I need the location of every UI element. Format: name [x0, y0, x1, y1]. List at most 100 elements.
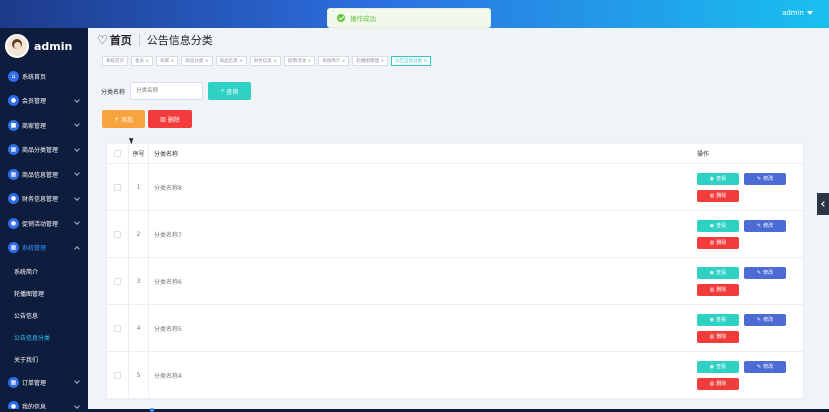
tab-item[interactable]: 系统首页: [102, 56, 128, 66]
search-label: 分类名称: [101, 88, 126, 96]
action-bar: + 添加 ▥ 删除: [102, 110, 192, 128]
edit-button-label: 修改: [763, 223, 774, 229]
delete-button[interactable]: ▥ 删除: [697, 330, 739, 343]
row-index: 2: [128, 211, 149, 257]
delete-button[interactable]: ▥ 删除: [697, 236, 739, 249]
sidebar-item[interactable]: ● 会员管理: [0, 89, 88, 114]
chevron-down-icon: [74, 170, 80, 176]
row-check-cell: [107, 277, 128, 285]
sidebar-item-label: 商品分类管理: [22, 147, 59, 155]
tab-item[interactable]: 系统简介 ×: [318, 56, 350, 66]
edit-button[interactable]: ✎ 修改: [744, 360, 786, 373]
chevron-up-icon: [74, 245, 80, 252]
tab-item[interactable]: 会员 ×: [131, 56, 154, 66]
tab-item[interactable]: 商家 ×: [156, 56, 179, 66]
header-name: 分类名称: [154, 151, 179, 158]
row-ops-group: ◉ 查看 ✎ 修改 ▥ 删除: [697, 219, 803, 249]
user-menu[interactable]: admin: [782, 9, 813, 17]
promotion-icon: ●: [8, 217, 19, 229]
batch-delete-button[interactable]: ▥ 删除: [148, 110, 192, 128]
sidebar-subitem[interactable]: 系统简介: [0, 260, 88, 282]
sidebar-subitem[interactable]: 公告信息: [0, 304, 88, 326]
page-title: 公告信息分类: [146, 34, 213, 47]
brand-name: admin: [34, 39, 73, 53]
row-check-cell: [107, 230, 128, 238]
tab-item[interactable]: 商品信息 ×: [215, 56, 247, 66]
main-content: ♡ 首页 公告信息分类 系统首页 会员 × 商家 × 商品分类 × 商品信息 × 财务信息…: [88, 28, 817, 412]
chevron-down-icon: [74, 219, 80, 225]
sidebar-subitem[interactable]: 公告信息分类: [0, 326, 88, 348]
tab-item[interactable]: 轮播图管理 ×: [352, 56, 389, 66]
view-button-label: 查看: [716, 317, 727, 323]
category-name-input[interactable]: [130, 82, 204, 100]
row-ops: ◉ 查看 ✎ 修改 ▥ 删除: [676, 360, 803, 390]
row-checkbox[interactable]: [114, 324, 121, 332]
finance-icon: ●: [8, 193, 19, 205]
sidebar-item-label: 会员管理: [22, 98, 47, 106]
view-button[interactable]: ◉ 查看: [697, 219, 739, 232]
table-header: 序号 分类名称 操作: [107, 144, 803, 164]
sidebar-menu: ⌂ 系统首页 ● 会员管理 ■ 商家管理 ▦ 商品分类管理 ▦ 商品信息管理 ● 财务信息管理 ● 促销活…: [0, 64, 88, 412]
sidebar-item[interactable]: ▦ 系统管理: [0, 236, 88, 261]
heart-icon: ♡: [97, 33, 108, 47]
sidebar-item[interactable]: ■ 商家管理: [0, 113, 88, 138]
row-ops-group: ◉ 查看 ✎ 修改 ▥ 删除: [697, 266, 803, 296]
row-check-cell: [107, 371, 128, 379]
view-button[interactable]: ◉ 查看: [697, 313, 739, 326]
delete-button-label: 删除: [716, 334, 727, 340]
header-index: 序号: [128, 144, 149, 163]
delete-button[interactable]: ▥ 删除: [697, 377, 739, 390]
row-checkbox[interactable]: [114, 183, 121, 191]
row-checkbox[interactable]: [114, 371, 121, 379]
edit-button[interactable]: ✎ 修改: [744, 219, 786, 232]
row-ops-group: ◉ 查看 ✎ 修改 ▥ 删除: [697, 360, 803, 390]
row-checkbox[interactable]: [114, 230, 121, 238]
sidebar-item-label: 订单管理: [22, 379, 47, 387]
home-icon: ⌂: [8, 70, 19, 82]
trash-icon: ▥: [709, 286, 715, 293]
tab-item[interactable]: 公告信息分类 ×: [391, 56, 432, 66]
row-ops-group: ◉ 查看 ✎ 修改 ▥ 删除: [697, 313, 803, 343]
sidebar-item[interactable]: ▦ 订单管理: [0, 370, 88, 395]
row-check-cell: [107, 183, 128, 191]
tab-item[interactable]: 财务信息 ×: [249, 56, 282, 66]
view-button[interactable]: ◉ 查看: [697, 266, 739, 279]
order-icon: ▦: [8, 376, 19, 388]
row-ops: ◉ 查看 ✎ 修改 ▥ 删除: [676, 313, 803, 343]
delete-button[interactable]: ▥ 删除: [697, 283, 739, 296]
add-button[interactable]: + 添加: [102, 110, 145, 128]
sidebar-item-label: 商品信息管理: [22, 171, 59, 179]
collapse-handle[interactable]: [817, 193, 829, 215]
row-check-cell: [107, 324, 128, 332]
view-button[interactable]: ◉ 查看: [697, 360, 739, 373]
edit-button-label: 修改: [763, 176, 774, 182]
edit-button[interactable]: ✎ 修改: [744, 266, 786, 279]
chevron-down-icon: [74, 121, 80, 127]
sidebar-item[interactable]: ▦ 商品分类管理: [0, 138, 88, 163]
edit-button[interactable]: ✎ 修改: [744, 172, 786, 185]
edit-button-label: 修改: [763, 317, 774, 323]
home-link[interactable]: 首页: [110, 32, 132, 48]
row-index: 1: [128, 164, 149, 210]
select-all-checkbox[interactable]: [114, 150, 121, 157]
row-checkbox[interactable]: [114, 277, 121, 285]
sidebar-subitem[interactable]: 关于我们: [0, 348, 88, 370]
sidebar-subitem[interactable]: 轮播图管理: [0, 282, 88, 304]
tab-bar: 系统首页 会员 × 商家 × 商品分类 × 商品信息 × 财务信息 × 促销活动 × 系统简介…: [102, 56, 432, 66]
chevron-left-icon: [821, 201, 827, 207]
search-button[interactable]: ⌕ 查询: [208, 82, 252, 100]
sidebar-item[interactable]: ⌂ 系统首页: [0, 64, 88, 89]
user-name: admin: [782, 9, 804, 17]
delete-button[interactable]: ▥ 删除: [697, 189, 739, 202]
sidebar-item[interactable]: ▦ 商品信息管理: [0, 162, 88, 187]
tab-item[interactable]: 商品分类 ×: [181, 56, 213, 66]
sidebar-item[interactable]: ● 财务信息管理: [0, 187, 88, 212]
view-button[interactable]: ◉ 查看: [697, 172, 739, 185]
chevron-down-icon: [74, 145, 80, 152]
chevron-down-icon: [74, 402, 80, 409]
tab-item[interactable]: 促销活动 ×: [284, 56, 316, 66]
edit-button[interactable]: ✎ 修改: [744, 313, 786, 326]
system-icon: ▦: [8, 242, 19, 254]
store-icon: ■: [8, 119, 19, 131]
sidebar-item[interactable]: ● 促销活动管理: [0, 211, 88, 236]
